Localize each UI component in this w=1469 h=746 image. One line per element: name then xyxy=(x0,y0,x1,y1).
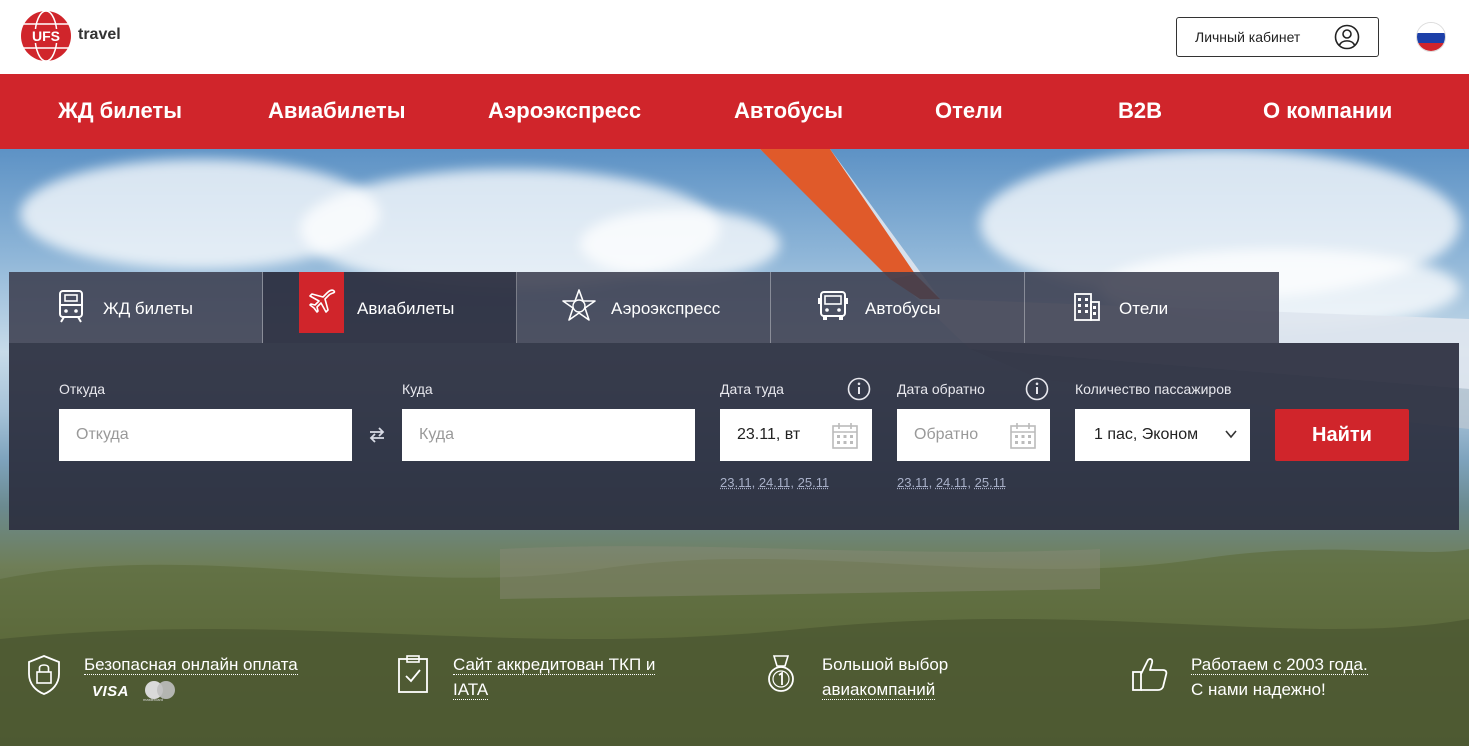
calendar-icon xyxy=(1010,423,1036,449)
nav-item-train[interactable]: ЖД билеты xyxy=(58,98,182,124)
plane-icon xyxy=(299,272,344,333)
account-button[interactable]: Личный кабинет xyxy=(1176,17,1379,57)
quick-date-link[interactable]: 24.11 xyxy=(759,475,791,490)
quick-date-link[interactable]: 23.11 xyxy=(720,475,752,490)
nav-item-aeroexpress[interactable]: Аэроэкспресс xyxy=(488,98,641,124)
info-icon[interactable] xyxy=(847,377,871,401)
product-tabs: ЖД билеты Авиабилеты Аэроэкспресс Автобу… xyxy=(9,272,1283,343)
feature-text[interactable]: Работаем с 2003 года. xyxy=(1191,655,1368,675)
to-input[interactable] xyxy=(402,409,695,461)
depart-date-label: Дата туда xyxy=(720,381,784,397)
tab-hotels[interactable]: Отели xyxy=(1025,272,1279,343)
swap-icon[interactable] xyxy=(367,425,387,445)
feature-since-2003: Работаем с 2003 года. С нами надежно! xyxy=(1191,652,1368,702)
train-icon xyxy=(53,288,89,324)
passengers-label: Количество пассажиров xyxy=(1075,381,1232,397)
language-flag-icon[interactable] xyxy=(1416,22,1446,52)
hotel-icon xyxy=(1069,288,1105,324)
ufs-globe-logo: UFS xyxy=(21,10,71,62)
feature-accreditation: Сайт аккредитован ТКП и IATA xyxy=(453,652,656,702)
quick-date-link[interactable]: 25.11 xyxy=(975,475,1007,490)
feature-text[interactable]: Безопасная онлайн оплата xyxy=(84,655,298,675)
nav-item-about[interactable]: О компании xyxy=(1263,98,1392,124)
feature-secure-payment: Безопасная онлайн оплата xyxy=(84,652,298,677)
info-icon[interactable] xyxy=(1025,377,1049,401)
top-header: UFS travel Личный кабинет xyxy=(0,0,1469,74)
depart-date-value: 23.11, вт xyxy=(737,426,801,443)
from-label: Откуда xyxy=(59,381,106,397)
return-date-label: Дата обратно xyxy=(897,381,985,397)
feature-text[interactable]: IATA xyxy=(453,680,489,700)
bus-icon xyxy=(815,288,851,324)
return-date-field[interactable]: Обратно xyxy=(897,409,1050,461)
return-quick-dates: 23.11, 24.11, 25.11 xyxy=(897,475,1007,490)
feature-text[interactable]: Сайт аккредитован ТКП и xyxy=(453,655,656,675)
tab-train[interactable]: ЖД билеты xyxy=(9,272,263,343)
certificate-icon xyxy=(398,655,428,693)
quick-date-link[interactable]: 25.11 xyxy=(798,475,830,490)
mastercard-caption: mastercard xyxy=(143,697,164,702)
tab-buses[interactable]: Автобусы xyxy=(771,272,1025,343)
passengers-select[interactable]: 1 пас, Эконом xyxy=(1075,409,1250,461)
feature-text: Большой выбор xyxy=(822,655,949,674)
shield-lock-icon xyxy=(28,655,60,695)
nav-item-buses[interactable]: Автобусы xyxy=(734,98,843,124)
thumbs-up-icon xyxy=(1132,658,1168,691)
tab-label: ЖД билеты xyxy=(103,299,193,318)
user-icon xyxy=(1334,24,1360,50)
medal-icon xyxy=(768,655,794,692)
payment-logos: VISA mastercard xyxy=(92,680,177,702)
passengers-value: 1 пас, Эконом xyxy=(1094,426,1199,443)
quick-date-link[interactable]: 23.11 xyxy=(897,475,929,490)
from-input[interactable] xyxy=(59,409,352,461)
tab-label: Аэроэкспресс xyxy=(611,299,721,318)
aeroexpress-icon xyxy=(561,288,597,324)
tab-flights[interactable]: Авиабилеты xyxy=(263,272,517,343)
nav-item-flights[interactable]: Авиабилеты xyxy=(268,98,405,124)
return-date-placeholder: Обратно xyxy=(914,426,979,443)
logo-suffix: travel xyxy=(78,26,121,43)
nav-item-hotels[interactable]: Отели xyxy=(935,98,1003,124)
landscape-image xyxy=(0,546,1469,746)
logo[interactable]: UFS travel xyxy=(20,10,121,62)
nav-item-b2b[interactable]: B2B xyxy=(1118,98,1162,124)
mastercard-logo: mastercard xyxy=(143,680,177,702)
depart-quick-dates: 23.11, 24.11, 25.11 xyxy=(720,475,830,490)
logo-mark-text: UFS xyxy=(32,28,60,44)
tab-label: Автобусы xyxy=(865,299,941,318)
feature-text: С нами надежно! xyxy=(1191,680,1326,699)
quick-date-link[interactable]: 24.11 xyxy=(936,475,968,490)
search-button[interactable]: Найти xyxy=(1275,409,1409,461)
feature-text[interactable]: авиакомпаний xyxy=(822,680,936,700)
feature-airlines: Большой выбор авиакомпаний xyxy=(822,652,948,702)
account-label: Личный кабинет xyxy=(1195,29,1301,45)
tab-aeroexpress[interactable]: Аэроэкспресс xyxy=(517,272,771,343)
chevron-down-icon xyxy=(1225,430,1237,439)
depart-date-field[interactable]: 23.11, вт xyxy=(720,409,872,461)
to-label: Куда xyxy=(402,381,433,397)
calendar-icon xyxy=(832,423,858,449)
main-navigation: ЖД билеты Авиабилеты Аэроэкспресс Автобу… xyxy=(0,74,1469,149)
tab-label: Авиабилеты xyxy=(357,299,455,318)
flight-search-form: Откуда Куда Дата туда 23.11, вт 23.11, 2… xyxy=(9,343,1459,530)
tab-label: Отели xyxy=(1119,299,1169,318)
visa-logo: VISA xyxy=(92,682,130,700)
